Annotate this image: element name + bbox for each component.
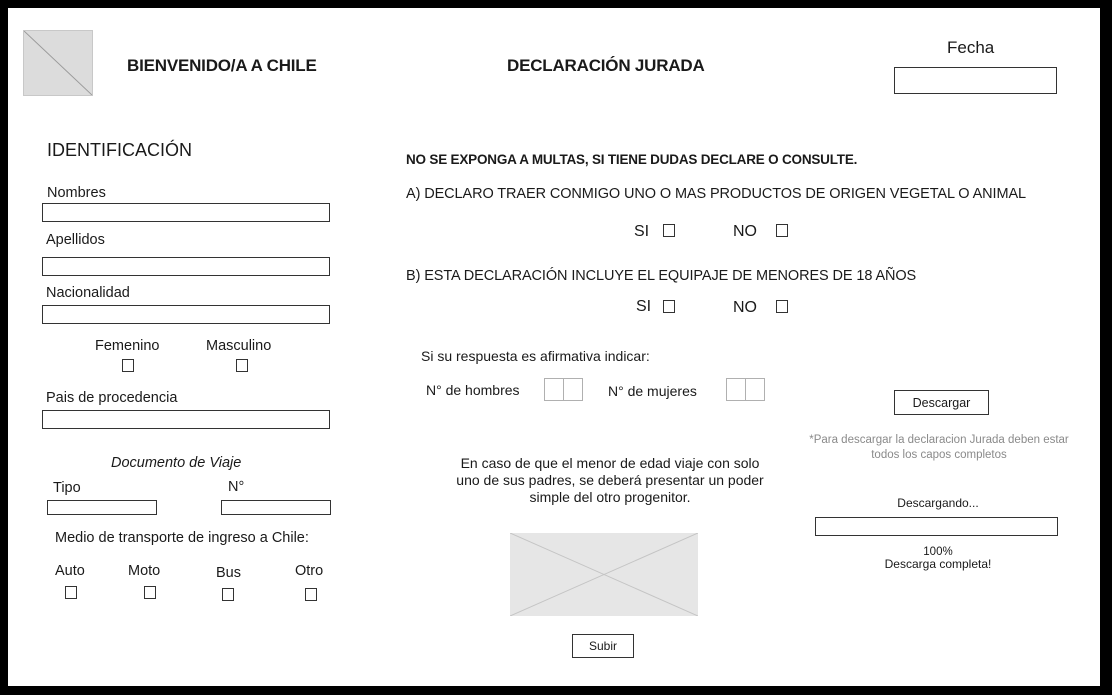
upload-button[interactable]: Subir — [572, 634, 634, 658]
nacionalidad-field[interactable] — [42, 305, 330, 324]
documento-heading: Documento de Viaje — [111, 455, 242, 471]
apellidos-label: Apellidos — [46, 232, 105, 248]
nombres-label: Nombres — [47, 185, 106, 201]
pais-label: Pais de procedencia — [46, 390, 178, 406]
question-b-si-label: SI — [636, 298, 652, 315]
transport-otro-checkbox[interactable] — [305, 588, 317, 601]
declaration-title: DECLARACIÓN JURADA — [507, 56, 705, 75]
question-a-si-label: SI — [634, 223, 650, 240]
question-a: A) DECLARO TRAER CONMIGO UNO O MAS PRODU… — [406, 186, 1026, 202]
masculino-label: Masculino — [206, 338, 272, 354]
hombres-label: N° de hombres — [426, 382, 520, 398]
femenino-checkbox[interactable] — [122, 359, 134, 372]
hombres-count-field[interactable] — [544, 378, 583, 401]
logo-placeholder-image — [23, 30, 93, 96]
transport-option-otro-label: Otro — [295, 563, 324, 579]
transport-option-bus-label: Bus — [216, 565, 241, 581]
date-label: Fecha — [947, 38, 995, 57]
mujeres-count-field[interactable] — [726, 378, 765, 401]
question-b-no-label: NO — [733, 299, 757, 316]
download-button[interactable]: Descargar — [894, 390, 989, 415]
question-b-si-checkbox[interactable] — [663, 300, 675, 313]
download-progress-fill — [816, 518, 1057, 535]
numero-field[interactable] — [221, 500, 331, 515]
tipo-label: Tipo — [53, 480, 81, 496]
masculino-checkbox[interactable] — [236, 359, 248, 372]
question-b-no-checkbox[interactable] — [776, 300, 788, 313]
apellidos-field[interactable] — [42, 257, 330, 276]
femenino-label: Femenino — [95, 338, 160, 354]
transporte-label: Medio de transporte de ingreso a Chile: — [55, 530, 309, 546]
numero-label: N° — [228, 479, 245, 495]
transport-option-auto-label: Auto — [55, 563, 85, 579]
minor-note: En caso de que el menor de edad viaje co… — [456, 455, 764, 505]
affirmative-hint: Si su respuesta es afirmativa indicar: — [421, 348, 650, 364]
download-status: Descargando... — [897, 496, 979, 510]
nacionalidad-label: Nacionalidad — [46, 285, 130, 301]
download-progress-bar — [815, 517, 1058, 536]
question-a-no-label: NO — [733, 223, 757, 240]
transport-option-moto-label: Moto — [128, 563, 161, 579]
transport-moto-checkbox[interactable] — [144, 586, 156, 599]
question-b: B) ESTA DECLARACIÓN INCLUYE EL EQUIPAJE … — [406, 268, 917, 284]
tipo-field[interactable] — [47, 500, 157, 515]
nombres-field[interactable] — [42, 203, 330, 222]
question-a-si-checkbox[interactable] — [663, 224, 675, 237]
pais-field[interactable] — [42, 410, 330, 429]
date-field[interactable] — [894, 67, 1057, 94]
transport-bus-checkbox[interactable] — [222, 588, 234, 601]
page: BIENVENIDO/A A CHILE DECLARACIÓN JURADA … — [8, 8, 1100, 686]
warning-text: NO SE EXPONGA A MULTAS, SI TIENE DUDAS D… — [406, 152, 858, 167]
question-a-no-checkbox[interactable] — [776, 224, 788, 237]
download-complete-text: Descarga completa! — [884, 557, 992, 571]
mujeres-label: N° de mujeres — [608, 383, 697, 399]
transport-auto-checkbox[interactable] — [65, 586, 77, 599]
identification-heading: IDENTIFICACIÓN — [47, 140, 193, 160]
upload-image-placeholder — [510, 533, 698, 616]
welcome-title: BIENVENIDO/A A CHILE — [127, 56, 317, 75]
download-requirement-note: *Para descargar la declaracion Jurada de… — [809, 434, 1069, 461]
